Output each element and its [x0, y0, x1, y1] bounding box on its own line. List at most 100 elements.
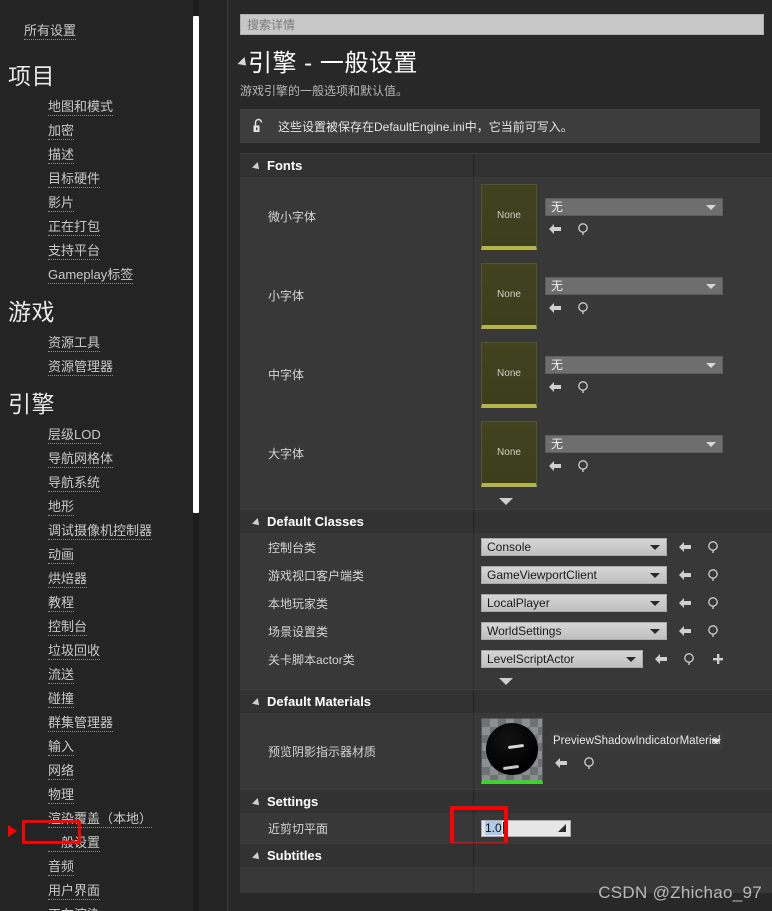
use-selected-asset-icon[interactable] [677, 540, 693, 554]
property-label: 中字体 [268, 368, 305, 382]
material-picker-dropdown[interactable]: PreviewShadowIndicatorMaterial [551, 732, 723, 750]
expand-more-fonts[interactable] [240, 493, 772, 509]
class-picker-value: LocalPlayer [487, 596, 550, 610]
sidebar-item-label: 垃圾回收 [48, 643, 101, 660]
material-thumbnail[interactable] [481, 718, 543, 784]
browse-asset-icon[interactable] [577, 459, 591, 473]
details-sections: Fonts 微小字体 None 无 小字体 None 无 中字体 None 无 … [240, 153, 772, 893]
text-cursor [502, 822, 504, 834]
material-picker-value: PreviewShadowIndicatorMaterial [553, 735, 721, 747]
sidebar-item-label: 流送 [48, 667, 75, 684]
drag-spinner-icon[interactable] [558, 823, 566, 832]
browse-asset-icon[interactable] [583, 756, 597, 770]
use-selected-asset-icon[interactable] [547, 222, 563, 236]
class-picker-dropdown[interactable]: Console [481, 538, 667, 556]
property-label: 关卡脚本actor类 [268, 652, 355, 667]
page-title-row: 引擎 - 一般设置 [228, 35, 772, 78]
font-thumbnail[interactable]: None [481, 183, 537, 250]
search-input[interactable] [240, 14, 764, 35]
property-row: 小字体 None 无 [240, 256, 772, 335]
thumbnail-label: None [497, 367, 521, 379]
sidebar-item-label: 教程 [48, 595, 75, 612]
sidebar-item-label: 加密 [48, 123, 75, 140]
asset-picker-value: 无 [551, 279, 564, 293]
use-selected-asset-icon[interactable] [653, 652, 669, 666]
sidebar-item-label: 动画 [48, 547, 75, 564]
section-header-settings[interactable]: Settings [240, 789, 772, 813]
sidebar-item-label: 资源工具 [48, 335, 101, 352]
class-picker-dropdown[interactable]: LevelScriptActor [481, 650, 643, 668]
asset-picker-dropdown[interactable]: 无 [545, 276, 723, 295]
section-header-default-materials[interactable]: Default Materials [240, 689, 772, 713]
selection-pointer-arrow-icon [8, 825, 17, 837]
chevron-down-icon [650, 545, 660, 550]
sidebar-item-label: 物理 [48, 787, 75, 804]
chevron-down-icon [626, 657, 636, 662]
thumbnail-label: None [497, 209, 521, 221]
sidebar-item-label: 导航网格体 [48, 451, 114, 468]
browse-asset-icon[interactable] [577, 380, 591, 394]
chevron-down-icon [706, 283, 716, 289]
browse-asset-icon[interactable] [707, 540, 721, 554]
asset-picker-value: 无 [551, 437, 564, 451]
property-row: 大字体 None 无 [240, 414, 772, 493]
use-selected-asset-icon[interactable] [547, 380, 563, 394]
use-selected-asset-icon[interactable] [553, 756, 569, 770]
property-row: 关卡脚本actor类 LevelScriptActor [240, 645, 772, 673]
property-label: 近剪切平面 [268, 821, 329, 836]
property-label: 本地玩家类 [268, 596, 329, 611]
property-label: 控制台类 [268, 540, 317, 555]
use-selected-asset-icon[interactable] [547, 459, 563, 473]
asset-picker-value: 无 [551, 358, 564, 372]
font-thumbnail[interactable]: None [481, 420, 537, 487]
chevron-down-icon [706, 362, 716, 368]
use-selected-asset-icon[interactable] [677, 596, 693, 610]
sidebar-item-label: 描述 [48, 147, 75, 164]
thumbnail-label: None [497, 288, 521, 300]
asset-picker-dropdown[interactable]: 无 [545, 434, 723, 453]
class-picker-dropdown[interactable]: WorldSettings [481, 622, 667, 640]
sidebar-item-label: 正在打包 [48, 219, 101, 236]
class-picker-value: WorldSettings [487, 624, 562, 638]
font-thumbnail[interactable]: None [481, 341, 537, 408]
use-selected-asset-icon[interactable] [677, 568, 693, 582]
expand-more-default-classes[interactable] [240, 673, 772, 689]
sidebar-item-label: 影片 [48, 195, 75, 212]
browse-asset-icon[interactable] [707, 568, 721, 582]
chevron-down-icon [252, 851, 262, 862]
sidebar-scrollbar-thumb[interactable] [193, 16, 199, 513]
property-label: 大字体 [268, 447, 305, 461]
browse-asset-icon[interactable] [707, 596, 721, 610]
class-picker-dropdown[interactable]: GameViewportClient [481, 566, 667, 584]
property-label: 预览阴影指示器材质 [268, 744, 377, 759]
property-row: 控制台类 Console [240, 533, 772, 561]
section-title: Default Classes [267, 514, 364, 529]
section-header-fonts[interactable]: Fonts [240, 153, 772, 177]
font-thumbnail[interactable]: None [481, 262, 537, 329]
use-selected-asset-icon[interactable] [547, 301, 563, 315]
browse-asset-icon[interactable] [577, 222, 591, 236]
asset-picker-dropdown[interactable]: 无 [545, 355, 723, 374]
use-selected-asset-icon[interactable] [677, 624, 693, 638]
browse-asset-icon[interactable] [707, 624, 721, 638]
property-row: 中字体 None 无 [240, 335, 772, 414]
browse-asset-icon[interactable] [577, 301, 591, 315]
class-picker-value: GameViewportClient [487, 568, 597, 582]
section-title: Settings [267, 794, 319, 809]
sidebar-item-label: 目标硬件 [48, 171, 101, 188]
near-clip-plane-input[interactable]: 1.0 [481, 819, 571, 837]
section-header-subtitles[interactable]: Subtitles [240, 843, 772, 867]
create-new-asset-icon[interactable] [711, 652, 725, 666]
browse-asset-icon[interactable] [683, 652, 697, 666]
section-header-default-classes[interactable]: Default Classes [240, 509, 772, 533]
sidebar-item-label: Gameplay标签 [48, 267, 134, 284]
watermark: CSDN @Zhichao_97 [598, 883, 762, 902]
section-body-default-materials: 预览阴影指示器材质 PreviewShadowIndicatorMaterial [240, 713, 772, 789]
sidebar-item-label: 层级LOD [48, 427, 101, 444]
class-picker-dropdown[interactable]: LocalPlayer [481, 594, 667, 612]
sidebar-item-label: 地形 [48, 499, 75, 516]
sidebar-item-label: 支持平台 [48, 243, 101, 260]
asset-picker-dropdown[interactable]: 无 [545, 197, 723, 216]
thumbnail-label: None [497, 446, 521, 458]
sidebar-item-label: 输入 [48, 739, 75, 756]
